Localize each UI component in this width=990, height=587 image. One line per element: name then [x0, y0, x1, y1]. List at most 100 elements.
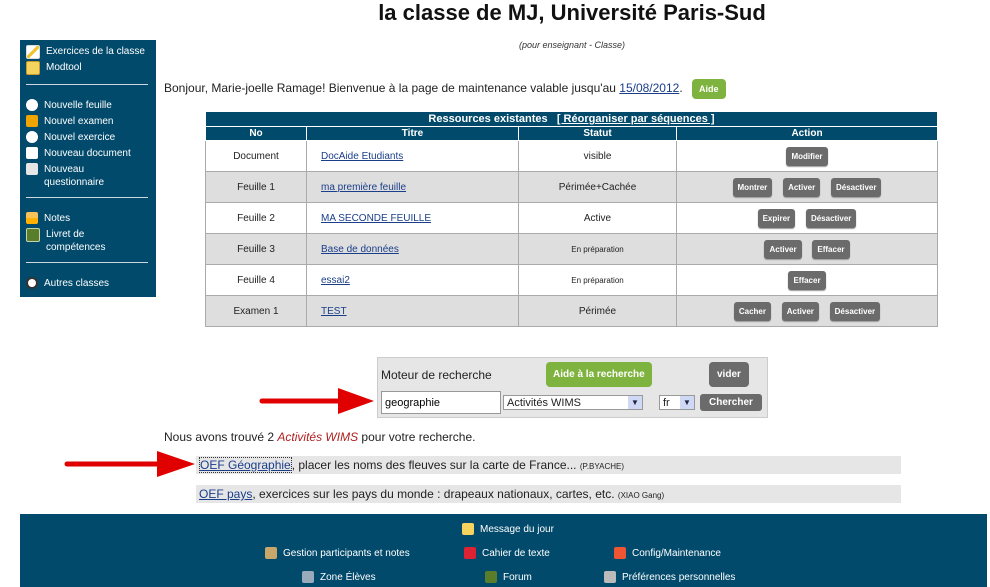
- search-engine-panel: Moteur de recherche Aide à la recherche …: [377, 357, 768, 418]
- resource-title-link[interactable]: essai2: [321, 275, 350, 286]
- reorganize-link[interactable]: [ Réorganiser par séquences ]: [557, 113, 715, 125]
- sidebar-item-label: Exercices de la classe: [46, 46, 145, 57]
- help-button[interactable]: Aide: [692, 79, 726, 99]
- sidebar-item-exercices[interactable]: Exercices de la classe: [26, 45, 152, 59]
- expiry-date-link[interactable]: 15/08/2012: [619, 81, 679, 95]
- welcome-message: Bonjour, Marie-joelle Ramage! Bienvenue …: [164, 79, 726, 99]
- footer-gestion[interactable]: Gestion participants et notes: [265, 547, 410, 559]
- result-link[interactable]: OEF Géographie: [199, 457, 292, 473]
- table-row: Feuille 2 MA SECONDE FEUILLE Active Expi…: [205, 202, 938, 234]
- search-result-item: OEF pays, exercices sur les pays du mond…: [196, 485, 901, 503]
- resource-title-link[interactable]: Base de données: [321, 244, 399, 255]
- resource-title-link[interactable]: ma première feuille: [321, 182, 406, 193]
- activer-button[interactable]: Activer: [781, 301, 819, 321]
- row-no: Feuille 1: [205, 171, 307, 203]
- students-icon: [302, 571, 314, 583]
- expirer-button[interactable]: Expirer: [757, 208, 796, 228]
- row-no: Feuille 3: [205, 233, 307, 265]
- footer-zone-eleves[interactable]: Zone Élèves: [302, 571, 376, 583]
- row-no: Examen 1: [205, 295, 307, 327]
- search-input[interactable]: [381, 391, 501, 414]
- row-no: Feuille 4: [205, 264, 307, 296]
- row-no: Feuille 2: [205, 202, 307, 234]
- sidebar-item-label: Modtool: [46, 62, 82, 73]
- result-description: , exercices sur les pays du monde : drap…: [252, 487, 615, 501]
- column-header-titre: Titre: [306, 126, 519, 141]
- result-link[interactable]: OEF pays: [199, 487, 252, 501]
- language-select[interactable]: fr ▼: [659, 395, 695, 410]
- resource-type-value: Activités WIMS: [507, 397, 581, 409]
- forum-icon: [485, 571, 497, 583]
- footer-label: Forum: [503, 571, 532, 583]
- resource-title-link[interactable]: DocAide Etudiants: [321, 151, 403, 162]
- modifier-button[interactable]: Modifier: [786, 146, 828, 166]
- sidebar-item-label: Nouveau questionnaire: [44, 164, 105, 188]
- sidebar-item-label: Notes: [44, 213, 71, 224]
- message-icon: [462, 523, 474, 535]
- sidebar-item-label: Nouvel exercice: [44, 132, 116, 143]
- desactiver-button[interactable]: Désactiver: [830, 177, 882, 197]
- sidebar-item-nouvel-examen[interactable]: Nouvel examen: [26, 115, 152, 128]
- sidebar-item-nouveau-document[interactable]: Nouveau document: [26, 147, 152, 160]
- row-status: En préparation: [518, 264, 677, 296]
- footer-cahier[interactable]: Cahier de texte: [464, 547, 550, 559]
- document-icon: [26, 147, 38, 159]
- resource-title-link[interactable]: TEST: [321, 306, 347, 317]
- resources-table: Ressources existantes [ Réorganiser par …: [205, 111, 938, 327]
- sidebar-item-nouveau-questionnaire[interactable]: Nouveau questionnaire: [26, 163, 152, 189]
- sidebar-item-label: Nouvelle feuille: [44, 100, 112, 111]
- footer-label: Zone Élèves: [320, 571, 376, 583]
- clear-button[interactable]: vider: [709, 362, 749, 387]
- row-status: visible: [518, 140, 677, 172]
- sidebar-menu: Exercices de la classe Modtool Nouvelle …: [20, 40, 156, 297]
- sidebar-item-modtool[interactable]: Modtool: [26, 61, 152, 75]
- desactiver-button[interactable]: Désactiver: [829, 301, 881, 321]
- column-header-no: No: [205, 126, 307, 141]
- footer-config[interactable]: Config/Maintenance: [614, 547, 721, 559]
- result-author: (XIAO Gang): [617, 491, 665, 500]
- sidebar-item-label: Livret de compétences: [46, 229, 106, 253]
- search-help-button[interactable]: Aide à la recherche: [546, 362, 652, 387]
- table-row: Feuille 3 Base de données En préparation…: [205, 233, 938, 265]
- classes-icon: [26, 277, 38, 289]
- footer-message-du-jour[interactable]: Message du jour: [462, 523, 554, 535]
- row-status: Active: [518, 202, 677, 234]
- activer-button[interactable]: Activer: [764, 239, 802, 259]
- row-status: Périmée+Cachée: [518, 171, 677, 203]
- montrer-button[interactable]: Montrer: [732, 177, 773, 197]
- search-button[interactable]: Chercher: [700, 394, 762, 411]
- sidebar-item-label: Autres classes: [44, 278, 110, 289]
- exam-icon: [26, 115, 38, 127]
- effacer-button[interactable]: Effacer: [788, 270, 826, 290]
- footer-forum[interactable]: Forum: [485, 571, 532, 583]
- sidebar-item-notes[interactable]: Notes: [26, 212, 152, 225]
- resource-title-link[interactable]: MA SECONDE FEUILLE: [321, 213, 431, 224]
- resources-caption: Ressources existantes [ Réorganiser par …: [205, 111, 938, 127]
- footer-label: Gestion participants et notes: [283, 547, 410, 559]
- result-description: , placer les noms des fleuves sur la car…: [291, 458, 577, 472]
- footer-preferences[interactable]: Préférences personnelles: [604, 571, 735, 583]
- resource-type-select[interactable]: Activités WIMS ▼: [503, 395, 643, 410]
- table-row: Feuille 4 essai2 En préparation Effacer: [205, 264, 938, 296]
- calendar-icon: [464, 547, 476, 559]
- sidebar-divider: [26, 197, 148, 198]
- toolbox-icon: [26, 61, 40, 75]
- sidebar-item-nouvelle-feuille[interactable]: Nouvelle feuille: [26, 99, 152, 112]
- sidebar-item-livret[interactable]: Livret de compétences: [26, 228, 152, 254]
- sidebar-item-autres-classes[interactable]: Autres classes: [26, 277, 152, 290]
- effacer-button[interactable]: Effacer: [812, 239, 850, 259]
- table-row: Feuille 1 ma première feuille Périmée+Ca…: [205, 171, 938, 203]
- result-author: (P.BYACHE): [579, 462, 625, 471]
- sidebar-item-nouvel-exercice[interactable]: Nouvel exercice: [26, 131, 152, 144]
- search-label: Moteur de recherche: [381, 368, 492, 382]
- table-row: Examen 1 TEST Périmée Cacher Activer Dés…: [205, 295, 938, 327]
- chart-icon: [26, 212, 38, 224]
- activer-button[interactable]: Activer: [783, 177, 821, 197]
- desactiver-button[interactable]: Désactiver: [805, 208, 857, 228]
- results-summary: Nous avons trouvé 2 Activités WIMS pour …: [164, 430, 475, 444]
- table-row: Document DocAide Etudiants visible Modif…: [205, 140, 938, 172]
- red-arrow-icon: [64, 451, 195, 477]
- sidebar-divider: [26, 84, 148, 85]
- cacher-button[interactable]: Cacher: [733, 301, 771, 321]
- book-icon: [26, 228, 40, 242]
